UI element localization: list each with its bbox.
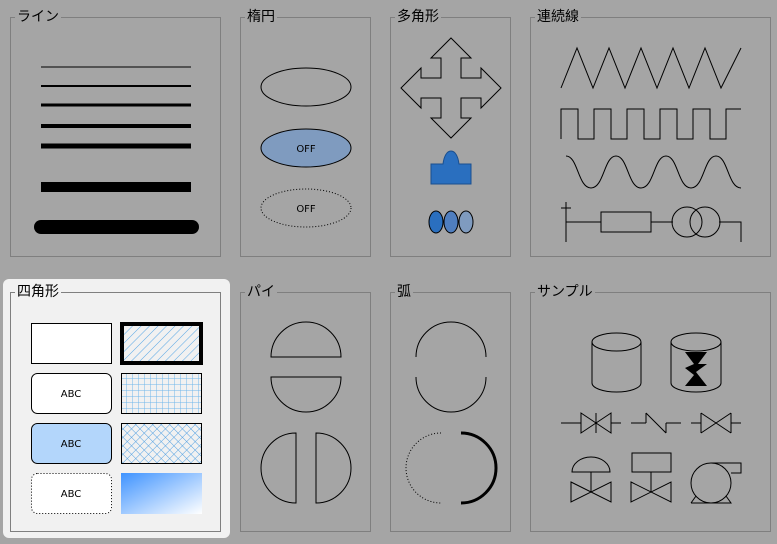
tank-symbol[interactable] — [591, 342, 642, 393]
shapes-canvas: OFF OFF ABC ABC ABC — [31, 37, 742, 514]
transformer-coil-right[interactable] — [689, 206, 721, 238]
gate-valve-3[interactable] — [691, 412, 741, 434]
transformer-coil-left[interactable] — [671, 206, 703, 238]
motor-valve-body[interactable] — [570, 472, 612, 503]
pie-right-half[interactable] — [315, 432, 352, 504]
arc-right-thick[interactable] — [460, 431, 498, 505]
ellipse-off-label-1: OFF — [296, 144, 316, 155]
pump-circle[interactable] — [690, 462, 732, 504]
rect-grid-hatch[interactable] — [121, 373, 202, 414]
gate-valve-1[interactable] — [561, 412, 621, 434]
gate-valve-2[interactable] — [631, 412, 681, 434]
rectangle-samples: ABC ABC ABC — [31, 322, 203, 514]
ellipse-plain[interactable] — [260, 67, 352, 107]
zigzag-polyline[interactable] — [560, 46, 742, 90]
rect-abc-label-2: ABC — [61, 439, 82, 450]
arc-samples — [405, 321, 498, 505]
rect-abc-label-1: ABC — [61, 389, 82, 400]
tank-hourglass-icon — [685, 352, 707, 386]
four-way-arrow-polygon[interactable] — [400, 37, 502, 139]
pump-outlet[interactable] — [690, 462, 742, 504]
pie-left-half[interactable] — [260, 432, 297, 504]
arc-top[interactable] — [415, 321, 487, 358]
bump-polygon[interactable] — [430, 150, 472, 185]
sine-wave-polyline[interactable] — [565, 155, 742, 189]
solenoid-valve-body[interactable] — [630, 472, 672, 503]
pie-top-half[interactable] — [270, 321, 342, 358]
rect-diag-hatch[interactable] — [120, 322, 203, 365]
sample-shapes — [561, 332, 742, 504]
motor-valve-dome[interactable] — [571, 456, 611, 473]
solenoid-valve-box[interactable] — [631, 452, 672, 473]
tank-top[interactable] — [591, 332, 642, 352]
ellipse-off-label-2: OFF — [296, 204, 316, 215]
pie-samples — [260, 321, 352, 504]
rect-abc-label-3: ABC — [61, 489, 82, 500]
square-wave-polyline[interactable] — [560, 108, 741, 140]
polyline-samples — [560, 46, 742, 242]
rect-cross-hatch[interactable] — [121, 423, 202, 464]
ellipse-dot-3[interactable] — [458, 210, 474, 234]
circuit-polyline[interactable] — [561, 202, 742, 242]
arc-bottom[interactable] — [415, 376, 487, 413]
arc-left-dotted[interactable] — [405, 432, 442, 504]
ellipse-samples: OFF OFF — [260, 67, 352, 228]
tank-valve-top[interactable] — [670, 332, 722, 352]
ellipse-dot-2[interactable] — [443, 210, 459, 234]
pie-bottom-half[interactable] — [270, 376, 342, 413]
polygon-samples — [400, 37, 502, 234]
rect-gradient[interactable] — [121, 473, 202, 514]
rect-plain[interactable] — [31, 323, 112, 364]
ellipse-dot-1[interactable] — [428, 210, 444, 234]
line-samples — [34, 66, 199, 234]
